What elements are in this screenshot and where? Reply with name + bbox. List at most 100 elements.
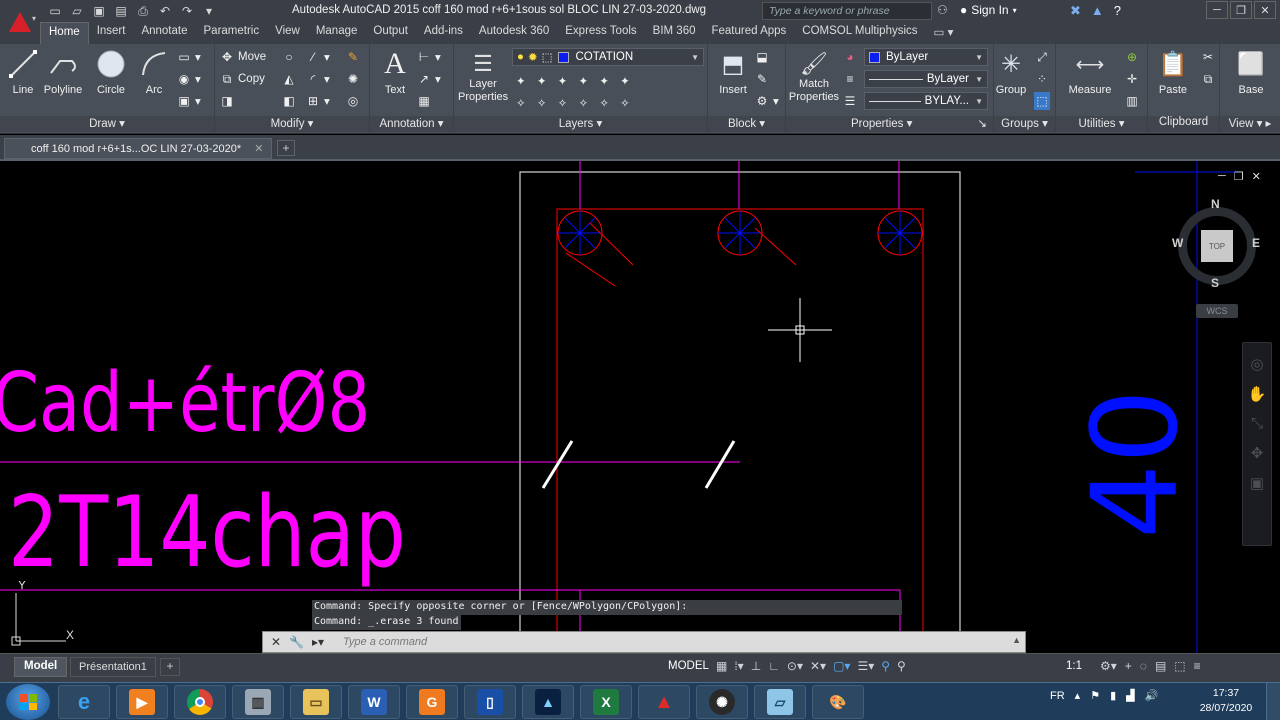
redo-icon[interactable]: ↷ [178, 3, 196, 19]
layer-properties-button[interactable]: ☰ Layer Properties [458, 48, 508, 104]
polyline-button[interactable]: Polyline [40, 48, 86, 96]
media-player-icon[interactable]: ▶ [116, 685, 168, 719]
grid-icon[interactable]: ▦ [716, 659, 727, 673]
minimize-icon[interactable]: ─ [1218, 170, 1226, 183]
rectangle-icon[interactable]: ▭ ▾ [176, 48, 200, 66]
volume-icon[interactable]: 🔊 [1145, 689, 1159, 702]
erase-icon[interactable]: ✎ [345, 48, 361, 66]
save-as-icon[interactable]: ▤ [112, 3, 130, 19]
block-attributes-icon[interactable]: ⚙ ▾ [754, 92, 779, 110]
chrome-icon[interactable] [174, 685, 226, 719]
pdf-app-icon[interactable]: G [406, 685, 458, 719]
add-layout-icon[interactable]: + [160, 658, 180, 676]
layer-dropdown[interactable]: ● ✹ ⬚ COTATION ▼ [512, 48, 704, 66]
copy-clip-icon[interactable]: ⧉ [1200, 70, 1216, 88]
paint-icon[interactable]: 🎨 [812, 685, 864, 719]
ribbon-toggle-icon[interactable]: ▭ ▾ [926, 22, 962, 44]
hardware-acceleration-icon[interactable]: ▤ [1155, 659, 1166, 673]
modify-panel-title[interactable]: Modify ▾ [215, 116, 369, 132]
drawing-canvas[interactable]: Cad+étrØ8 2T14chap 40 ─ ❐ ✕ TOP N S W E … [0, 161, 1280, 653]
sign-in-button[interactable]: ● Sign In ▾ [960, 3, 1017, 17]
tab-insert[interactable]: Insert [89, 22, 134, 44]
command-input[interactable]: Type a command [343, 636, 427, 648]
group-edit-icon[interactable]: ⁘ [1034, 70, 1050, 88]
plot-icon[interactable]: ⎙ [134, 3, 152, 19]
network-icon[interactable]: ▟ [1126, 689, 1134, 702]
save-icon[interactable]: ▣ [90, 3, 108, 19]
match-properties-button[interactable]: 🖌 Match Properties [788, 48, 840, 104]
a360-icon[interactable]: ▲ [1091, 3, 1104, 19]
offset-icon[interactable]: ◎ [345, 92, 361, 110]
tab-featured-apps[interactable]: Featured Apps [703, 22, 794, 44]
internet-explorer-icon[interactable]: e [58, 685, 110, 719]
polar-icon[interactable]: ⊙▾ [787, 659, 803, 673]
layers-panel-title[interactable]: Layers ▾ [454, 116, 707, 132]
restore-icon[interactable]: ❐ [1230, 1, 1252, 19]
point-icon[interactable]: ✛ [1124, 70, 1140, 88]
tab-model[interactable]: Model [14, 657, 68, 677]
language-indicator[interactable]: FR [1050, 690, 1065, 702]
customize-qat-icon[interactable]: ▾ [200, 3, 218, 19]
osnap-icon[interactable]: ▢▾ [833, 659, 850, 673]
steering-wheel-icon[interactable]: ◎ [1243, 355, 1271, 373]
tab-bim-360[interactable]: BIM 360 [645, 22, 704, 44]
settings-app-icon[interactable]: ✺ [696, 685, 748, 719]
annotation-panel-title[interactable]: Annotation ▾ [370, 116, 453, 132]
rotate-icon[interactable]: ○ [281, 48, 297, 66]
binoculars-icon[interactable]: ⚇ [937, 3, 948, 17]
ortho-icon[interactable]: ∟ [768, 659, 780, 673]
isodraft-icon[interactable]: ✕▾ [810, 659, 826, 673]
phone-app-icon[interactable]: ▯ [464, 685, 516, 719]
pan-icon[interactable]: ✋ [1243, 385, 1271, 403]
annotation-scale[interactable]: 1:1 [1066, 660, 1082, 672]
minimize-icon[interactable]: ─ [1206, 1, 1228, 19]
new-file-icon[interactable]: ▭ [46, 3, 64, 19]
color-dropdown[interactable]: ByLayer ▼ [864, 48, 988, 66]
layer-tools-row2[interactable]: ✧ ✧ ✧ ✧ ✧ ✧ [516, 94, 634, 112]
restore-icon[interactable]: ❐ [1234, 170, 1244, 183]
block-panel-title[interactable]: Block ▾ [708, 116, 785, 132]
table-icon[interactable]: ▦ [416, 92, 432, 110]
command-prompt-icon[interactable]: ▸▾ [312, 635, 324, 649]
scale-icon[interactable]: ◧ [281, 92, 297, 110]
tray-expand-icon[interactable]: ▴ [1075, 689, 1081, 702]
clock[interactable]: 17:37 28/07/2020 [1196, 686, 1256, 716]
auto-scale-icon[interactable]: ⚲ [897, 659, 906, 673]
infer-icon[interactable]: ⊥ [751, 659, 761, 673]
arc-button[interactable]: Arc [131, 48, 177, 96]
close-icon[interactable]: ✕ [271, 635, 281, 649]
close-icon[interactable]: ✕ [254, 143, 263, 155]
dimension-icon[interactable]: ⊢ ▾ [416, 48, 441, 66]
tab-layout1[interactable]: Présentation1 [70, 657, 156, 677]
application-menu-button[interactable]: ▾ [0, 0, 40, 44]
ungroup-icon[interactable]: ⤢ [1034, 48, 1050, 66]
clipboard-panel-title[interactable]: Clipboard [1148, 116, 1219, 132]
calculator-icon[interactable]: ▥ [1124, 92, 1140, 110]
layer-tools-row1[interactable]: ✦ ✦ ✦ ✦ ✦ ✦ [516, 72, 634, 90]
viewcube-top-face[interactable]: TOP [1201, 230, 1233, 262]
linetype-dropdown[interactable]: ByLayer ▼ [864, 70, 988, 88]
plus-icon[interactable]: + [1125, 659, 1132, 673]
lineweight-dropdown[interactable]: BYLAY... ▼ [864, 92, 988, 110]
view-panel-title[interactable]: View ▾ ▸ [1220, 116, 1280, 132]
command-line[interactable]: ✕ 🔧 ▸▾ Type a command ▲ [262, 631, 1026, 653]
group-select-icon[interactable]: ⬚ [1034, 92, 1050, 110]
clean-screen-icon[interactable]: ⬚ [1174, 659, 1185, 673]
wrench-icon[interactable]: 🔧 [289, 635, 304, 649]
undo-icon[interactable]: ↶ [156, 3, 174, 19]
paste-button[interactable]: 📋 Paste [1150, 48, 1196, 97]
tab-manage[interactable]: Manage [308, 22, 366, 44]
copy-button[interactable]: ⧉ Copy [219, 70, 265, 88]
insert-button[interactable]: ⬒ Insert [710, 48, 756, 97]
group-button[interactable]: ✳ Group [988, 48, 1034, 97]
mirror-icon[interactable]: ◭ [281, 70, 297, 88]
customization-icon[interactable]: ≡ [1194, 659, 1201, 673]
file-explorer-icon[interactable]: ▭ [290, 685, 342, 719]
create-block-icon[interactable]: ⬓ [754, 48, 770, 66]
utilities-panel-title[interactable]: Utilities ▾ [1056, 116, 1147, 132]
orbit-icon[interactable]: ✥ [1243, 444, 1271, 462]
groups-panel-title[interactable]: Groups ▾ [994, 116, 1055, 132]
close-icon[interactable]: ✕ [1254, 1, 1276, 19]
search-input[interactable]: Type a keyword or phrase [762, 2, 932, 20]
compass-east[interactable]: E [1252, 236, 1260, 250]
